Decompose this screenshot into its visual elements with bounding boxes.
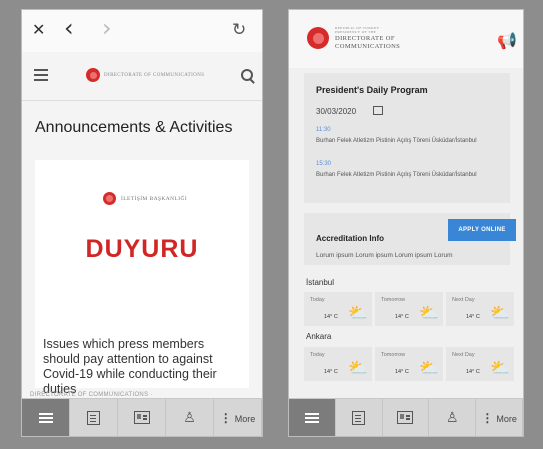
weather-day-label: Tomorrow [381, 352, 406, 358]
weather-day-label: Next Day [452, 297, 475, 303]
right-phone-screen: REPUBLIC OF TURKEY PRESIDENCY OF THE DIR… [289, 10, 523, 436]
news-icon [352, 410, 366, 425]
announcement-card[interactable]: İLETİŞİM BAŞKANLIĞI DUYURU Issues which … [35, 160, 249, 396]
partly-cloudy-icon: ⛅ [419, 303, 439, 322]
back-icon[interactable]: ‹ [64, 16, 74, 40]
more-label: ⋮ More [219, 410, 256, 425]
logo-emblem-icon [307, 27, 329, 49]
close-icon[interactable]: ✕ [32, 18, 45, 42]
left-phone-screen: ✕ ‹ › ↻ DIRECTORATE OF COMMUNICATIONS An… [22, 10, 262, 436]
weather-day-card: Tomorrow 14° C ⛅ [375, 347, 443, 381]
logo-text: DIRECTORATE OF COMMUNICATIONS [104, 73, 205, 78]
partly-cloudy-icon: ⛅ [419, 358, 439, 377]
partly-cloudy-icon: ⛅ [490, 358, 510, 377]
weather-day-label: Tomorrow [381, 297, 406, 303]
people-icon: ♙ [446, 409, 459, 426]
nav-menu-button[interactable] [22, 399, 70, 436]
event-text[interactable]: Burhan Felek Atletizm Pistinin Açılış Tö… [316, 137, 501, 145]
partly-cloudy-icon: ⛅ [348, 303, 368, 322]
weather-temp: 14° C [395, 369, 409, 375]
calendar-icon[interactable] [373, 106, 383, 115]
weather-day-card: Today 14° C ⛅ [304, 347, 372, 381]
accreditation-text: Lorum ipsum Lorum ipsum Lorum ipsum Loru… [316, 252, 453, 259]
id-card-icon [397, 411, 414, 424]
accreditation-title: Accreditation Info [316, 234, 385, 243]
nav-more-button[interactable]: ⋮ More [214, 399, 262, 436]
logo-line-4: COMMUNICATIONS [335, 43, 401, 50]
card-logo-text: İLETİŞİM BAŞKANLIĞI [121, 196, 188, 202]
logo-emblem-icon [86, 68, 100, 82]
weather-day-label: Today [310, 297, 325, 303]
daily-program-panel: President's Daily Program 30/03/2020 11:… [304, 73, 510, 203]
event-time: 15:30 [316, 161, 332, 167]
weather-city: Ankara [306, 332, 332, 341]
weather-day-card: Next Day 14° C ⛅ [446, 292, 514, 326]
program-date: 30/03/2020 [316, 107, 357, 116]
reload-icon[interactable]: ↻ [232, 18, 246, 42]
partly-cloudy-icon: ⛅ [490, 303, 510, 322]
nav-more-button[interactable]: ⋮ More [476, 399, 523, 436]
megaphone-icon[interactable]: 📢 [497, 31, 517, 50]
browser-toolbar: ✕ ‹ › ↻ [22, 10, 262, 52]
app-header: REPUBLIC OF TURKEY PRESIDENCY OF THE DIR… [289, 10, 523, 68]
site-header: DIRECTORATE OF COMMUNICATIONS [22, 52, 262, 101]
hamburger-icon[interactable] [34, 69, 48, 81]
logo-line-2: PRESIDENCY OF THE [335, 30, 377, 34]
forward-icon[interactable]: › [102, 16, 112, 40]
weather-day-label: Next Day [452, 352, 475, 358]
menu-icon [38, 411, 53, 425]
logo-line-3: DIRECTORATE OF [335, 35, 395, 42]
partly-cloudy-icon: ⛅ [348, 358, 368, 377]
nav-card-button[interactable] [118, 399, 166, 436]
news-icon [87, 410, 100, 425]
program-title: President's Daily Program [316, 85, 428, 95]
card-headline[interactable]: Issues which press members should pay at… [43, 337, 243, 397]
menu-icon [304, 411, 319, 425]
weather-city: İstanbul [306, 278, 335, 287]
weather-day-card: Tomorrow 14° C ⛅ [375, 292, 443, 326]
accreditation-panel: Accreditation Info APPLY ONLINE Lorum ip… [304, 213, 516, 265]
apply-online-button[interactable]: APPLY ONLINE [448, 219, 516, 241]
nav-news-button[interactable] [70, 399, 118, 436]
bottom-nav: ♙ ⋮ More [22, 398, 262, 436]
nav-news-button[interactable] [336, 399, 383, 436]
card-logo-icon [103, 192, 116, 205]
weather-day-card: Today 14° C ⛅ [304, 292, 372, 326]
weather-day-card: Next Day 14° C ⛅ [446, 347, 514, 381]
event-time: 11:30 [316, 127, 331, 133]
nav-people-button[interactable]: ♙ [429, 399, 477, 436]
nav-card-button[interactable] [383, 399, 430, 436]
weather-temp: 14° C [324, 369, 338, 375]
weather-temp: 14° C [395, 314, 409, 320]
weather-temp: 14° C [466, 369, 480, 375]
more-label: ⋮ More [481, 410, 517, 425]
weather-temp: 14° C [324, 314, 338, 320]
search-icon[interactable] [241, 69, 253, 81]
bottom-nav: ♙ ⋮ More [289, 398, 523, 436]
nav-people-button[interactable]: ♙ [166, 399, 214, 436]
people-icon: ♙ [183, 409, 196, 426]
event-text[interactable]: Burhan Felek Atletizm Pistinin Açılış Tö… [316, 171, 501, 179]
nav-menu-button[interactable] [289, 399, 336, 436]
page-title: Announcements & Activities [35, 119, 233, 136]
weather-temp: 14° C [466, 314, 480, 320]
id-card-icon [133, 411, 150, 424]
weather-day-label: Today [310, 352, 325, 358]
card-banner-title: DUYURU [85, 235, 199, 263]
